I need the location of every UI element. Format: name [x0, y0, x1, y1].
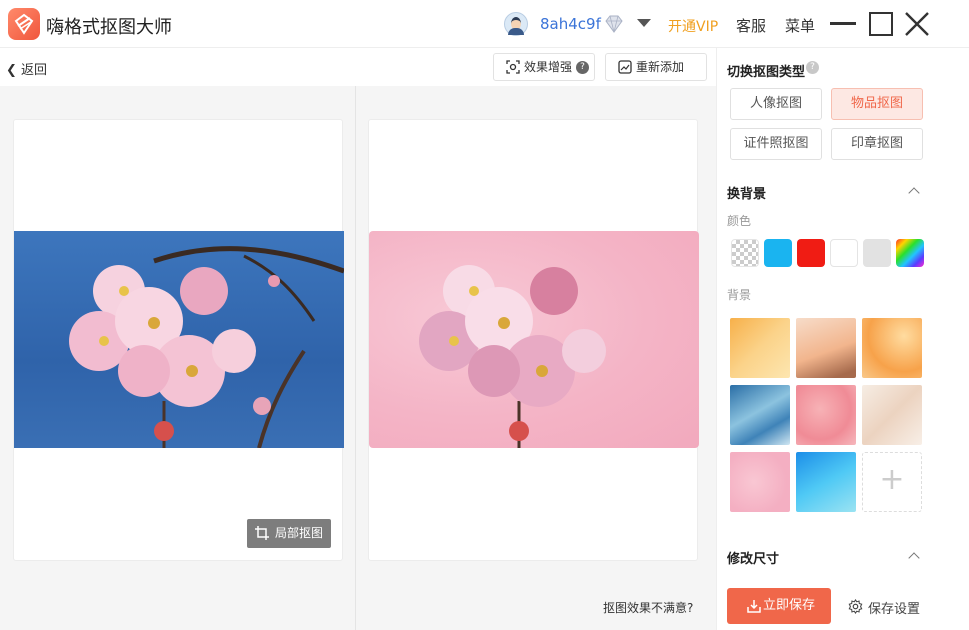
partial-crop-button[interactable]: 局部抠图: [247, 519, 331, 548]
title-bar: 嗨格式抠图大师 8ah4c9f 开通VIP 客服 菜单: [0, 0, 969, 48]
crop-icon: [255, 526, 269, 540]
cutout-type-help-icon[interactable]: ?: [806, 61, 819, 74]
partial-crop-label: 局部抠图: [275, 526, 324, 540]
back-button[interactable]: ❮ 返回: [6, 59, 47, 78]
change-background-title: 换背景: [727, 187, 767, 202]
username[interactable]: 8ah4c9f: [540, 15, 601, 33]
color-label: 颜色: [727, 214, 752, 228]
close-icon[interactable]: [904, 11, 930, 37]
maximize-icon[interactable]: [869, 12, 893, 36]
customer-service-link[interactable]: 客服: [736, 15, 766, 36]
readd-button[interactable]: 重新添加: [605, 53, 707, 81]
background-thumb-4[interactable]: [730, 385, 790, 445]
background-thumb-1[interactable]: [730, 318, 790, 378]
help-icon[interactable]: ?: [576, 61, 589, 74]
gear-icon: [848, 599, 863, 614]
color-swatch-red[interactable]: [797, 239, 825, 267]
type-seal-button[interactable]: 印章抠图: [831, 128, 923, 160]
save-now-button[interactable]: 立即保存: [727, 588, 831, 624]
image-add-icon: [618, 60, 632, 74]
original-image-card: [13, 119, 344, 561]
download-icon: [747, 600, 761, 613]
background-thumb-2[interactable]: [796, 318, 856, 378]
background-thumb-3[interactable]: [862, 318, 922, 378]
add-background-button[interactable]: +: [862, 452, 922, 512]
save-now-label: 立即保存: [763, 598, 816, 613]
chevron-left-icon: ❮: [6, 63, 17, 78]
app-title: 嗨格式抠图大师: [46, 17, 172, 38]
enhance-label: 效果增强: [524, 60, 573, 74]
background-label: 背景: [727, 288, 752, 302]
avatar[interactable]: [504, 12, 528, 36]
background-thumb-7[interactable]: [730, 452, 790, 512]
result-photo: [369, 231, 699, 448]
canvas-divider: [355, 86, 356, 630]
background-thumb-5[interactable]: [796, 385, 856, 445]
cutout-type-title: 切换抠图类型: [727, 65, 806, 80]
enhance-icon: [506, 60, 520, 74]
background-thumb-8[interactable]: [796, 452, 856, 512]
type-object-button[interactable]: 物品抠图: [831, 88, 923, 120]
color-swatch-white[interactable]: [830, 239, 858, 267]
save-settings-label: 保存设置: [868, 602, 921, 617]
type-portrait-button[interactable]: 人像抠图: [730, 88, 822, 120]
readd-label: 重新添加: [636, 60, 685, 74]
minimize-icon[interactable]: [830, 22, 856, 25]
open-vip-link[interactable]: 开通VIP: [668, 16, 718, 36]
color-swatch-custom[interactable]: [896, 239, 924, 267]
color-swatch-transparent[interactable]: [731, 239, 759, 267]
resize-title: 修改尺寸: [727, 552, 780, 567]
color-swatch-gray[interactable]: [863, 239, 891, 267]
diamond-icon: [605, 15, 623, 33]
unsatisfied-link[interactable]: 抠图效果不满意?: [603, 599, 693, 616]
original-photo: [14, 231, 344, 448]
color-swatch-blue[interactable]: [764, 239, 792, 267]
type-id-photo-button[interactable]: 证件照抠图: [730, 128, 822, 160]
menu-link[interactable]: 菜单: [785, 15, 815, 36]
result-image-card: [368, 119, 699, 561]
back-label: 返回: [21, 63, 48, 78]
app-logo: [8, 8, 40, 40]
background-thumb-6[interactable]: [862, 385, 922, 445]
enhance-button[interactable]: 效果增强 ?: [493, 53, 595, 81]
caret-down-icon[interactable]: [637, 19, 651, 27]
